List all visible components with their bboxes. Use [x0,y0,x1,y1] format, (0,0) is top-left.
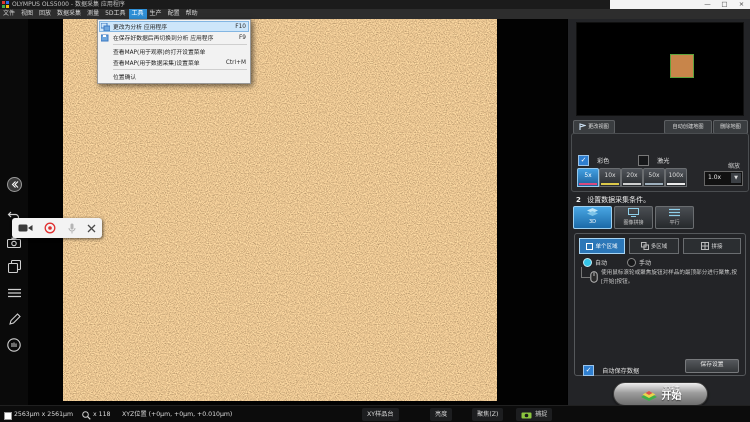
menu-item-playback[interactable]: 回放 [36,9,54,19]
objective-5x-button[interactable]: 5x [577,168,599,187]
mode-tab-stitching[interactable]: 图像拼接 [614,206,653,229]
left-toolbar [0,19,28,405]
microphone-icon[interactable] [68,223,76,234]
region-tab-single[interactable]: 单个区域 [579,238,625,254]
auto-create-map-button[interactable]: 自动创建地图 [664,120,712,134]
focus-auto-radio[interactable]: 自动 [583,258,607,267]
objective-20x-button[interactable]: 20x [621,168,643,187]
radio-selected-icon [583,258,592,267]
monitor-icon [627,208,640,217]
menu-separator [113,44,247,45]
menu-item-view-map-observe[interactable]: 查看MAP(用于观察)的打开设置菜单 [99,46,249,57]
connector-line [581,267,590,278]
menu-item-save-and-switch[interactable]: 在保存好数据后再切换到分析 应用程序 F9 [99,32,249,43]
mode-tab-parallel[interactable]: 平行 [655,206,694,229]
region-tab-stitch[interactable]: 拼接 [683,238,741,254]
xy-stage-button[interactable]: XY样品台 [362,408,399,421]
focus-manual-radio[interactable]: 手动 [627,258,651,267]
minimize-button[interactable]: — [699,0,716,9]
title-bar: OLYMPUS OLS5000 - 数据采集 应用程序 — □ × [0,0,750,9]
list-icon[interactable] [6,285,22,301]
maximize-button[interactable]: □ [716,0,733,9]
menu-item-view[interactable]: 视图 [18,9,36,19]
app-logo-icon [2,1,9,8]
zoom-label: 缩放 [728,161,740,170]
mode-tab-3d[interactable]: 3D [573,206,612,229]
save-settings-button[interactable]: 保存设置 [685,359,739,373]
parallel-lines-icon [668,208,681,217]
3d-layers-icon [586,208,599,217]
capture-button[interactable]: 捕捉 [516,408,552,421]
single-region-icon [586,243,593,250]
checkbox-checked-icon: ✓ [578,155,589,166]
objective-100x-button[interactable]: 100x [665,168,687,187]
menu-item-switch-to-analysis[interactable]: 更改为分析 应用程序 F10 [99,21,249,32]
change-view-button[interactable]: 更改视图 [573,120,615,134]
focus-z-button[interactable]: 聚焦(Z) [472,408,503,421]
start-acquisition-button[interactable]: 3D采集 开始 [613,382,708,406]
chevron-down-icon: ▼ [731,173,741,183]
pan-hand-icon[interactable] [6,337,22,353]
section2-header: 2 设置数据采集条件。 [576,195,650,205]
layers-icon[interactable] [6,258,22,274]
size-checkbox[interactable] [4,412,12,420]
record-button-icon[interactable] [44,222,56,234]
zoom-select[interactable]: 1.0x ▼ [704,171,743,186]
focus-hint-text: 使用鼠标滚轮或聚焦旋钮对样品的最顶部分进行聚焦,按[开始]按钮。 [601,269,739,286]
collapse-sidebar-button[interactable] [6,176,22,192]
window-controls: — □ × [610,0,750,9]
tools-dropdown-menu: 更改为分析 应用程序 F10 在保存好数据后再切换到分析 应用程序 F9 查看M… [97,19,251,84]
menu-item-tools[interactable]: 工具 [129,9,147,19]
capture-camera-icon [521,411,532,419]
save-switch-icon [101,34,110,42]
close-recorder-icon[interactable] [87,224,96,233]
menu-item-file[interactable]: 文件 [0,9,18,19]
camcorder-icon[interactable] [18,223,33,233]
total-magnification-value: x 118 [93,406,110,422]
field-size-value: 2563μm x 2561μm [14,406,73,422]
menu-bar: 文件 视图 回放 数据采集 测量 5D工具 工具 生产 配置 帮助 [0,9,750,19]
stitch-grid-icon [701,242,709,250]
stage-position-value: XYZ位置 (+0μm, +0μm, +0.010μm) [122,406,232,422]
color-checkbox[interactable]: ✓ 彩色 [578,150,609,169]
delete-map-button[interactable]: 删除地图 [713,120,748,134]
close-button[interactable]: × [733,0,750,9]
acquisition-panel: 更改视图 自动创建地图 删除地图 1 观察图像。 ✓ 彩色 激光 5x [567,19,750,405]
menu-item-view-map-acquisition[interactable]: 查看MAP(用于数据采集)设置菜单 Ctrl+M [99,57,249,68]
observe-image-box: ✓ 彩色 激光 5x 10x 20x 50x [571,133,749,192]
menu-item-production[interactable]: 生产 [147,9,165,19]
acquisition-settings-box: 单个区域 多区域 拼接 自动 手动 [574,233,746,376]
region-tab-multi[interactable]: 多区域 [629,238,679,254]
menu-item-acquisition[interactable]: 数据采集 [54,9,84,19]
magnifier-icon [82,411,91,420]
menu-separator [113,69,247,70]
menu-item-help[interactable]: 帮助 [183,9,201,19]
switch-app-icon [101,23,110,31]
map-region-indicator [670,54,694,78]
checkbox-checked-icon: ✓ [583,365,594,376]
objective-50x-button[interactable]: 50x [643,168,665,187]
change-view-icon [579,123,586,131]
pencil-icon[interactable] [6,311,22,327]
brightness-button[interactable]: 亮度 [430,408,452,421]
status-bar: 2563μm x 2561μm x 118 XYZ位置 (+0μm, +0μm,… [0,405,750,422]
menu-item-measure[interactable]: 测量 [84,9,102,19]
menu-item-5d-tools[interactable]: 5D工具 [102,9,128,19]
radio-empty-icon [627,258,636,267]
3d-surface-icon [640,388,658,401]
mouse-icon [590,271,598,283]
checkbox-empty-icon [638,155,649,166]
window-title: OLYMPUS OLS5000 - 数据采集 应用程序 [12,0,125,9]
multi-region-icon [641,242,649,250]
stage-map-view[interactable] [576,22,744,116]
start-label: 开始 [662,392,682,402]
recorder-toolbar [12,218,102,238]
menu-item-config[interactable]: 配置 [165,9,183,19]
objective-10x-button[interactable]: 10x [599,168,621,187]
laser-checkbox[interactable]: 激光 [638,150,669,169]
menu-item-position-confirm[interactable]: 位置确认 [99,71,249,82]
application-window: OLYMPUS OLS5000 - 数据采集 应用程序 — □ × 文件 视图 … [0,0,750,422]
autosave-checkbox[interactable]: ✓ 自动保存数据 [583,360,639,379]
